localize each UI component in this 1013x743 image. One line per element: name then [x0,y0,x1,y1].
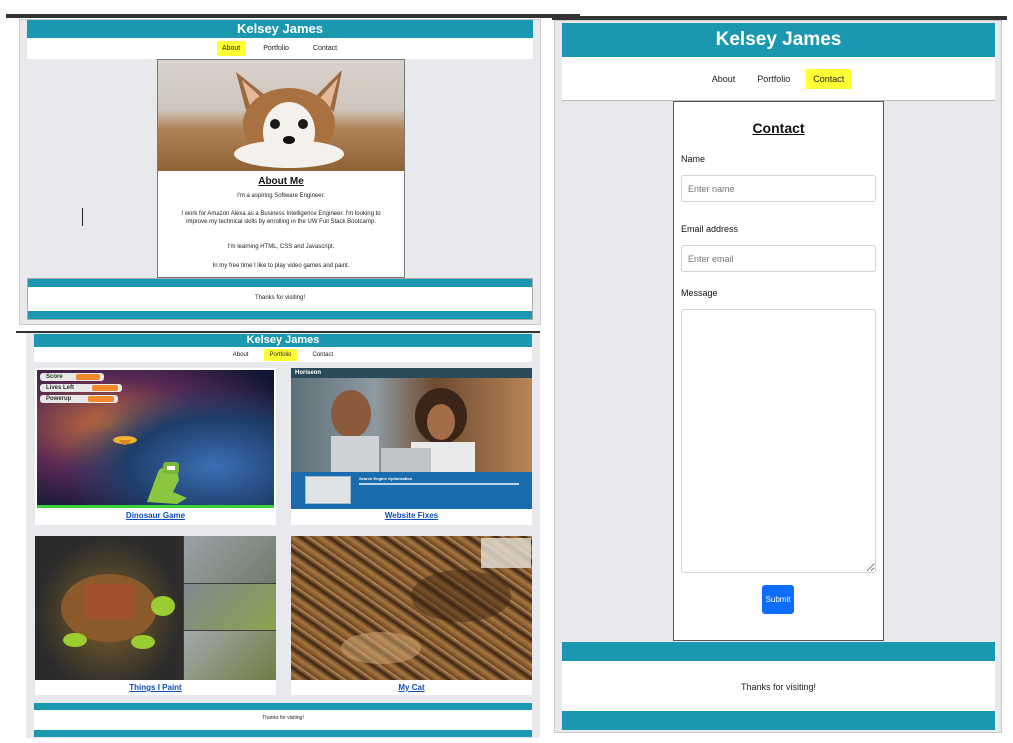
footer-top-bar [34,703,532,710]
message-textarea[interactable] [681,309,876,573]
dinosaur-game-screenshot: Score Lives Left Powerup [37,370,274,508]
nav-bar: About Portfolio Contact [34,347,532,362]
about-paragraph-4: In my free time I like to play video gam… [212,263,350,269]
footer-top-bar [28,279,532,287]
portfolio-title-things-i-paint[interactable]: Things I Paint [35,683,276,692]
seo-title: Search Engine Optimization [359,476,413,481]
email-input[interactable] [681,245,876,272]
portfolio-page-panel: Kelsey James About Portfolio Contact Sco… [26,333,540,738]
footer: Thanks for visiting! [27,278,533,320]
screenshot-top-border-left [6,14,580,18]
portfolio-title-my-cat[interactable]: My Cat [291,683,532,692]
footer-top-bar [562,642,995,661]
green-ground-line [37,505,274,508]
paintings-collage [35,536,276,680]
nav-portfolio-link[interactable]: Portfolio [264,348,297,361]
turtle-photo-3 [184,631,276,680]
nav-about-link[interactable]: About [706,72,742,86]
contact-form-card: Contact Name Email address Message Submi… [673,101,884,641]
contact-heading: Contact [752,120,805,136]
portfolio-card-things-i-paint[interactable]: Things I Paint [35,536,276,695]
message-label: Message [681,288,718,298]
seo-text-line [359,483,519,485]
meeting-photo [291,378,532,472]
nav-bar: About Portfolio Contact [27,38,533,59]
nav-portfolio-link[interactable]: Portfolio [257,43,295,54]
corgi-image [234,70,344,168]
seo-thumbnail [305,476,351,504]
site-title-bar: Kelsey James [34,334,532,347]
site-title-bar: Kelsey James [27,20,533,38]
about-paragraph-1: I'm a aspiring Software Engineer. [237,193,325,199]
footer-bottom-bar [562,711,995,730]
turtle-figure [61,574,175,649]
nav-portfolio-link[interactable]: Portfolio [751,72,796,86]
site-title-bar: Kelsey James [562,23,995,57]
name-label: Name [681,154,706,164]
corgi-photo [158,60,404,171]
nav-about-link[interactable]: About [216,41,246,56]
dinosaur-sprite [113,436,187,504]
turtle-photo-1 [184,536,276,583]
nav-contact-link[interactable]: Contact [307,43,343,54]
footer: Thanks for visiting! [562,642,995,730]
nav-bar: About Portfolio Contact [562,57,995,101]
name-input[interactable] [681,175,876,202]
portfolio-title-dinosaur-game[interactable]: Dinosaur Game [35,511,276,520]
about-card: About Me I'm a aspiring Software Enginee… [157,59,405,278]
submit-button[interactable]: Submit [762,585,794,614]
horiseon-header: Horiseon [291,368,532,378]
footer-text: Thanks for visiting! [740,682,817,692]
seo-section: Search Engine Optimization [291,472,532,509]
footer-text: Thanks for visiting! [262,715,304,721]
turtle-photo-main [35,536,183,680]
nav-about-link[interactable]: About [227,350,255,360]
people-image [331,388,475,472]
nav-contact-link[interactable]: Contact [806,68,852,89]
portfolio-card-my-cat[interactable]: My Cat [291,536,532,695]
email-label: Email address [681,224,739,234]
cat-image [341,538,531,664]
portfolio-title-website-fixes[interactable]: Website Fixes [291,511,532,520]
turtle-photo-2 [184,584,276,630]
contact-page-panel: Kelsey James About Portfolio Contact Con… [554,20,1002,733]
about-heading: About Me [258,176,304,187]
portfolio-card-dinosaur-game[interactable]: Score Lives Left Powerup Dinosaur Game [35,368,276,525]
text-cursor [82,208,83,226]
footer-bottom-bar [28,311,532,319]
footer: Thanks for visiting! [34,703,532,737]
footer-text: Thanks for visiting! [254,295,306,301]
cat-photo [291,536,532,680]
about-page-panel: Kelsey James About Portfolio Contact Abo… [19,19,541,325]
footer-bottom-bar [34,730,532,737]
about-paragraph-3: I'm learning HTML, CSS and Javascript. [227,244,335,250]
portfolio-card-website-fixes[interactable]: Horiseon Search Engine Optimization Webs… [291,368,532,525]
nav-contact-link[interactable]: Contact [307,350,340,360]
about-paragraph-2: I work for Amazon Alexa as a Business In… [181,211,381,225]
website-fixes-screenshot: Horiseon Search Engine Optimization [291,368,532,509]
